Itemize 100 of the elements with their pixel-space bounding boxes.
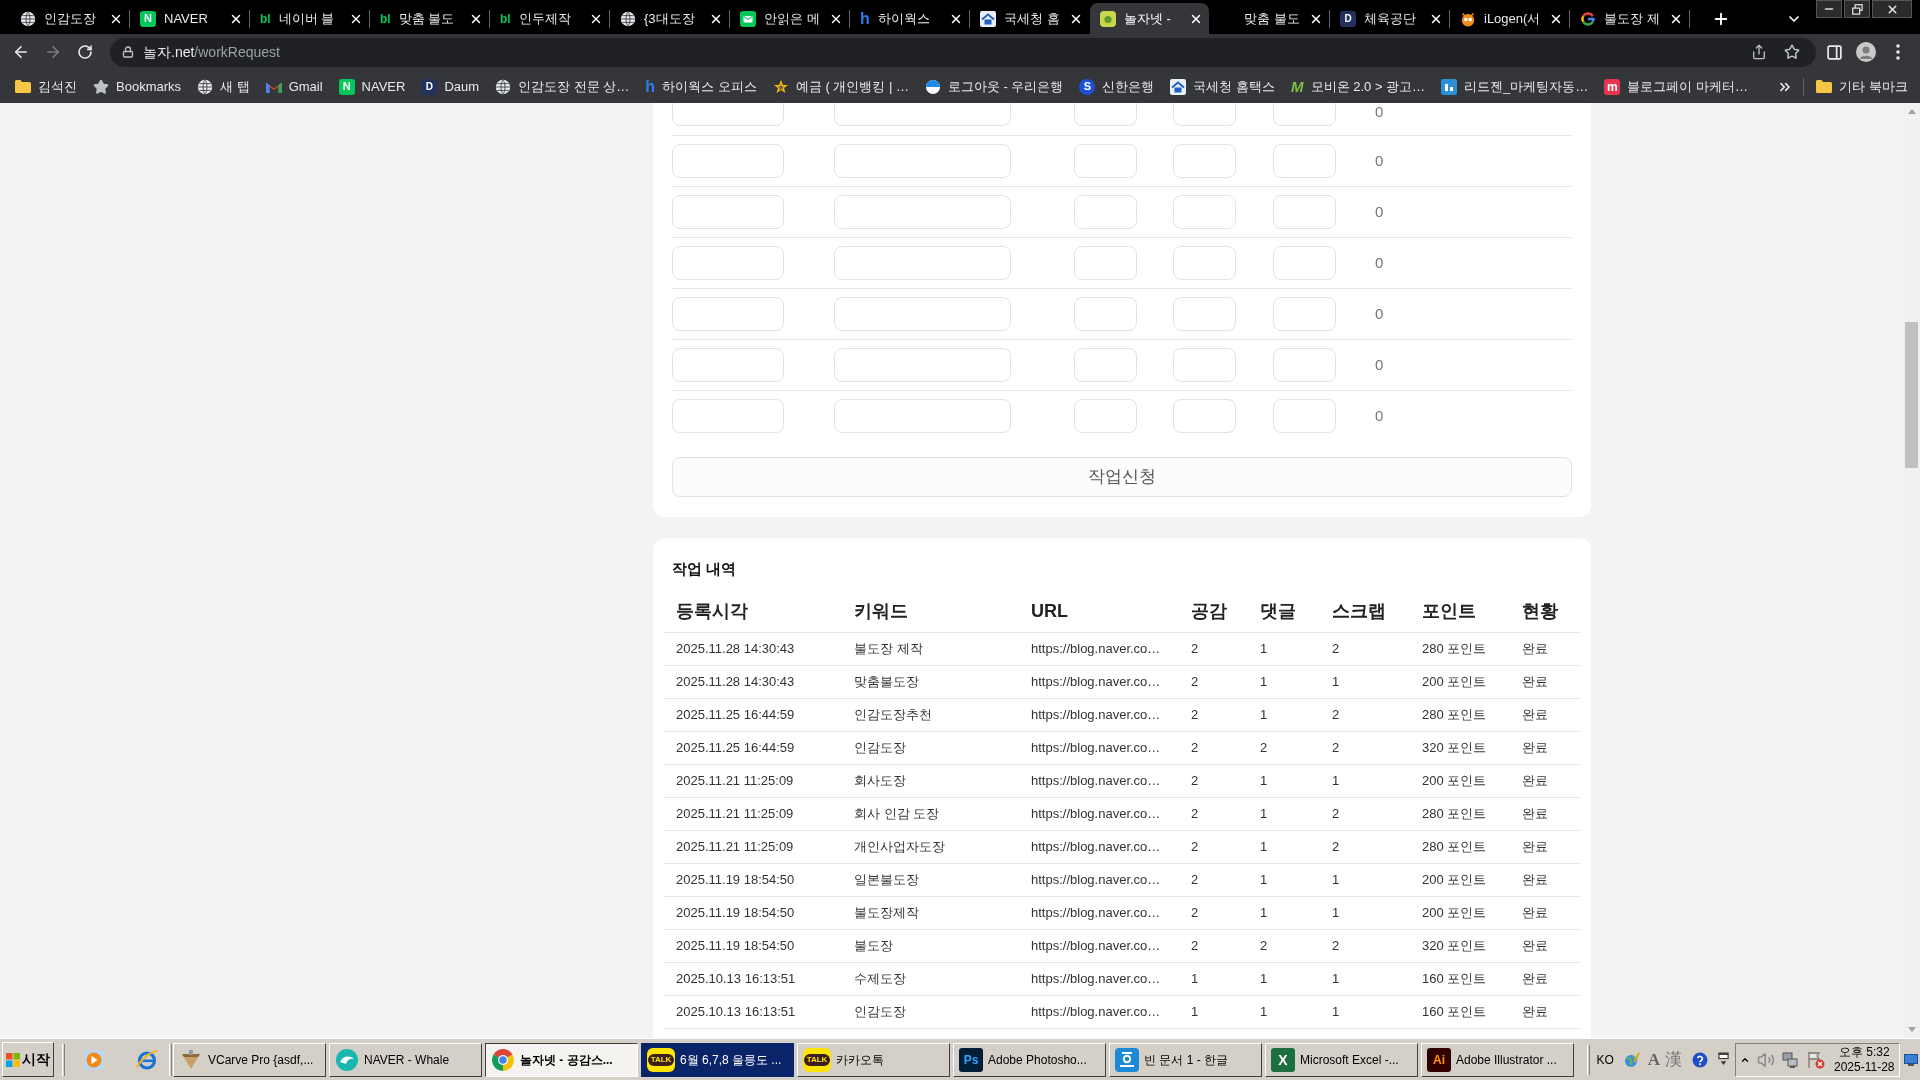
bookmark[interactable]: M 모비온 2.0 > 광고… — [1283, 72, 1434, 101]
input-field[interactable] — [1074, 195, 1137, 229]
input-field[interactable] — [1074, 348, 1137, 382]
input-field[interactable] — [672, 195, 784, 229]
taskbar-button[interactable]: Ps Adobe Photosho... — [953, 1042, 1106, 1077]
browser-tab[interactable]: 불도장 제 — [1570, 3, 1689, 34]
browser-tab[interactable]: bl 네이버 블 — [250, 3, 369, 34]
browser-tab[interactable]: 국세청 홈 — [970, 3, 1089, 34]
bookmark[interactable]: 기타 북마크 — [1810, 72, 1914, 101]
input-field[interactable] — [1273, 399, 1336, 433]
close-button[interactable] — [1872, 0, 1912, 18]
speaker-icon[interactable] — [1757, 1050, 1775, 1069]
input-field[interactable] — [834, 348, 1011, 382]
table-cell-text: 1 — [1332, 673, 1340, 692]
input-field[interactable] — [834, 246, 1011, 280]
input-field[interactable] — [1074, 297, 1137, 331]
table-cell-text: 완료 — [1522, 706, 1548, 725]
avatar-icon — [1856, 42, 1876, 62]
flag-with-x-icon[interactable] — [1807, 1050, 1825, 1069]
input-field[interactable] — [1273, 103, 1336, 126]
help-icon — [1692, 1051, 1708, 1068]
bookmark[interactable]: 인감도장 전문 상… — [487, 72, 638, 101]
input-field[interactable] — [1074, 399, 1137, 433]
input-field[interactable] — [1173, 144, 1236, 178]
input-field[interactable] — [1273, 195, 1336, 229]
input-field[interactable] — [1074, 103, 1137, 126]
input-field[interactable] — [672, 144, 784, 178]
taskbar-button[interactable]: NAVER - Whale — [329, 1042, 482, 1077]
table-cell-text: 1 — [1332, 871, 1340, 890]
taskbar-button[interactable]: TALK 6월 6,7,8 울릉도 ... — [641, 1042, 794, 1077]
start-button[interactable]: 시작 — [2, 1042, 54, 1077]
bookmark[interactable]: 김석진 — [7, 72, 85, 101]
input-field[interactable] — [834, 297, 1011, 331]
taskbar-button[interactable]: TALK 카카오톡 — [797, 1042, 950, 1077]
letter-tile-icon: N — [338, 78, 355, 95]
input-field[interactable] — [1074, 246, 1137, 280]
browser-tab[interactable]: 맞춤 불도 — [1210, 3, 1329, 34]
submit-button[interactable]: 작업신청 — [672, 457, 1572, 497]
input-field[interactable] — [1173, 348, 1236, 382]
input-field[interactable] — [834, 195, 1011, 229]
bookmark[interactable]: Gmail — [257, 72, 331, 101]
input-field[interactable] — [1173, 195, 1236, 229]
bookmark[interactable]: m 블로그페이 마케터… — [1596, 72, 1756, 101]
input-field[interactable] — [1273, 246, 1336, 280]
bookmark[interactable]: 국세청 홈택스 — [1162, 72, 1284, 101]
bookmark[interactable]: 리드젠_마케팅자동… — [1433, 72, 1597, 101]
letter-icon: h — [860, 10, 870, 27]
input-field[interactable] — [1273, 297, 1336, 331]
input-field[interactable] — [1074, 144, 1137, 178]
browser-tab[interactable]: 안읽은 메 — [730, 3, 849, 34]
bookmark[interactable]: 로그아웃 - 우리은행 — [916, 72, 1072, 101]
bookmark[interactable]: N NAVER — [330, 72, 414, 101]
bookmark[interactable]: Bookmarks — [85, 72, 190, 101]
browser-tab[interactable]: 놀자넷 - — [1090, 3, 1209, 34]
browser-tab[interactable]: D 체육공단 — [1330, 3, 1449, 34]
browser-tab[interactable]: bl 인두제작 — [490, 3, 609, 34]
network-icon[interactable] — [1782, 1050, 1800, 1069]
language-indicator: KO — [1596, 1051, 1614, 1069]
taskbar-button[interactable]: 빈 문서 1 - 한글 — [1109, 1042, 1262, 1077]
bookmark[interactable]: 새 탭 — [189, 72, 258, 101]
address-bar[interactable]: 놀자.net/workRequest — [110, 37, 1816, 67]
restore-button[interactable] — [1844, 0, 1870, 18]
input-field[interactable] — [1173, 103, 1236, 126]
browser-tab[interactable]: iLogen(서 — [1450, 3, 1569, 34]
input-field[interactable] — [672, 246, 784, 280]
input-field[interactable] — [672, 103, 784, 126]
input-field[interactable] — [672, 297, 784, 331]
table-cell-text: 160 포인트 — [1422, 1003, 1487, 1022]
browser-tab[interactable]: h 하이웍스 — [850, 3, 969, 34]
input-field[interactable] — [672, 348, 784, 382]
input-field[interactable] — [1273, 348, 1336, 382]
bookmark[interactable]: h 하이웍스 오피스 — [637, 72, 765, 101]
input-field[interactable] — [1173, 297, 1236, 331]
input-field[interactable] — [834, 103, 1011, 126]
input-field[interactable] — [1273, 144, 1336, 178]
taskbar-button[interactable]: X Microsoft Excel -... — [1265, 1042, 1418, 1077]
browser-tab[interactable]: bl 맞춤 불도 — [370, 3, 489, 34]
bookmark[interactable]: 예금 ( 개인뱅킹 | … — [764, 72, 917, 101]
taskbar-button[interactable]: Ai Adobe Illustrator ... — [1421, 1042, 1574, 1077]
taskbar-button[interactable]: 놀자넷 - 공감스... — [485, 1042, 638, 1077]
input-field[interactable] — [1173, 246, 1236, 280]
table-cell-text: 2025.11.21 11:25:09 — [676, 772, 794, 791]
bookmark[interactable]: D Daum — [413, 72, 488, 101]
ime-mode-indicator[interactable]: A — [1647, 1046, 1660, 1073]
browser-tab[interactable]: 인감도장 — [10, 3, 129, 34]
browser-tab[interactable]: N NAVER — [130, 3, 249, 34]
table-cell-text: 1 — [1260, 904, 1268, 923]
input-field[interactable] — [834, 399, 1011, 433]
four-squares-icon — [6, 1052, 20, 1067]
minimize-button[interactable] — [1816, 0, 1842, 18]
scrollbar-thumb[interactable] — [1905, 322, 1918, 468]
table-cell-text: 2025.11.21 11:25:09 — [676, 838, 794, 857]
table-cell-text: 2 — [1191, 937, 1199, 956]
browser-tab[interactable]: {3대도장 — [610, 3, 729, 34]
bookmark[interactable]: S 신한은행 — [1071, 72, 1163, 101]
input-field[interactable] — [834, 144, 1011, 178]
section-title: 작업 내역 — [672, 559, 737, 579]
input-field[interactable] — [1173, 399, 1236, 433]
taskbar-button[interactable]: VCarve Pro {asdf,... — [173, 1042, 326, 1077]
input-field[interactable] — [672, 399, 784, 433]
